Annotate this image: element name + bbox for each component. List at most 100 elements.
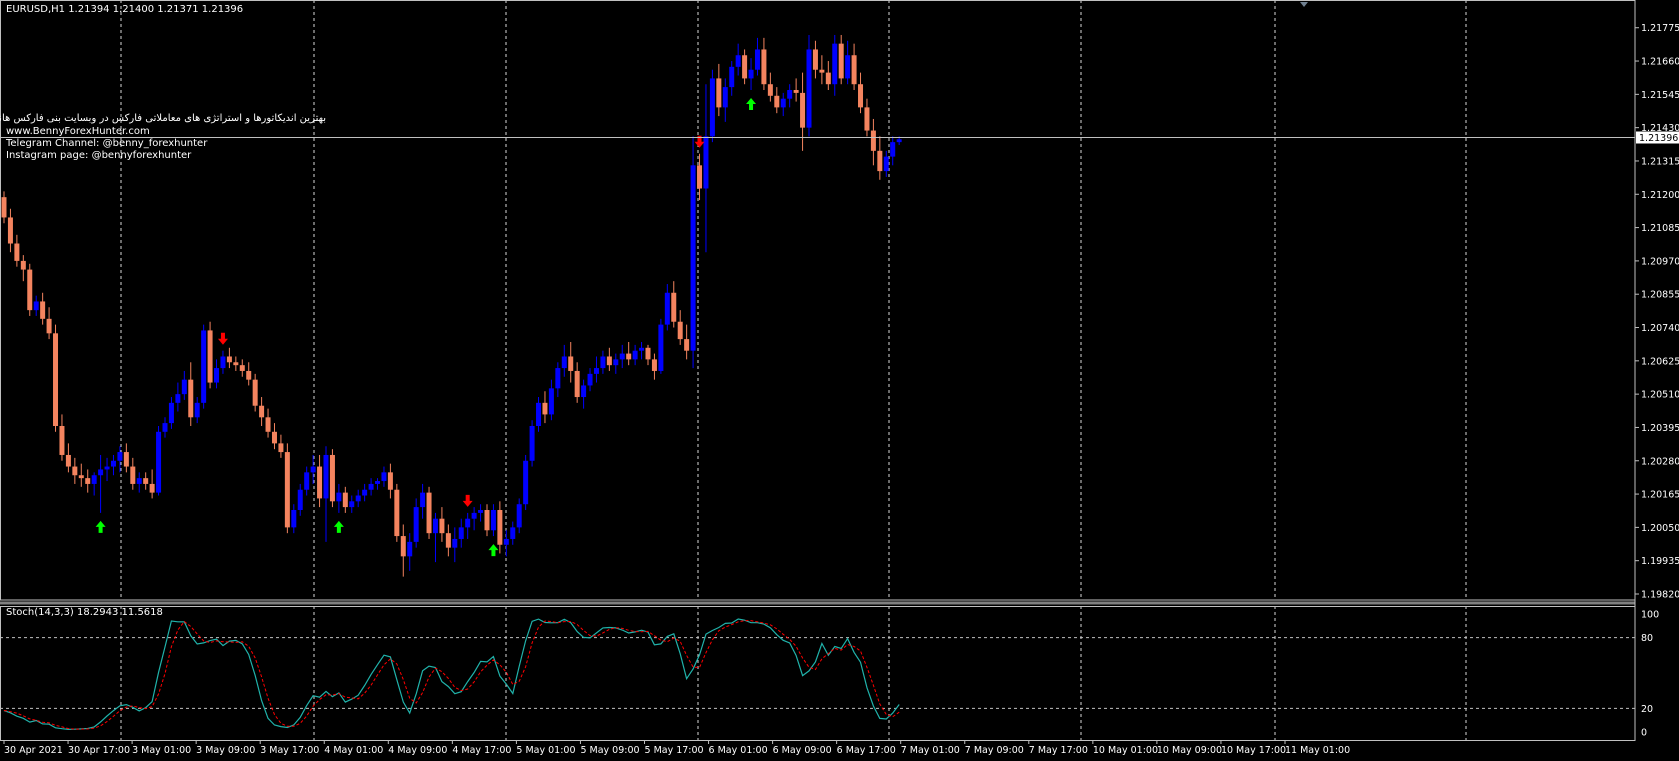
candle-body — [394, 489, 400, 537]
stoch-main-line — [3, 618, 900, 731]
promo-website: www.BennyForexHunter.com — [6, 126, 150, 137]
buy-arrow-shape — [746, 98, 757, 110]
stochastic-panel — [0, 618, 1635, 731]
candle-body — [645, 347, 651, 360]
symbol-info: EURUSD,H1 1.21394 1.21400 1.21371 1.2139… — [6, 4, 244, 15]
price-tick-label: 1.21315 — [1641, 156, 1679, 167]
price-tick-label: 1.20740 — [1641, 323, 1679, 334]
time-label: 5 May 09:00 — [580, 745, 639, 756]
candle-body — [581, 385, 587, 398]
stoch-signal-line — [3, 620, 900, 730]
candle-body — [478, 510, 484, 513]
candle-body — [130, 466, 136, 484]
candle-body — [787, 90, 793, 99]
candle-body — [85, 478, 91, 484]
candle-body — [754, 49, 760, 70]
buy-arrow — [488, 544, 499, 557]
candle-body — [510, 527, 516, 539]
candle-body — [684, 339, 690, 351]
candle-body — [748, 69, 754, 79]
candle-body — [812, 49, 818, 70]
promo-telegram: Telegram Channel: @benny_forexhunter — [6, 138, 208, 149]
time-label: 30 Apr 2021 — [4, 745, 63, 756]
candle-body — [767, 84, 773, 96]
candle-body — [697, 165, 703, 189]
price-tick-label: 1.21200 — [1641, 190, 1679, 201]
candle-body — [252, 379, 258, 406]
candle-body — [606, 356, 612, 366]
candle-body — [317, 466, 323, 499]
candle-body — [516, 504, 522, 528]
candle-body — [123, 452, 129, 467]
stoch-level-label: 80 — [1641, 633, 1653, 644]
stoch-level-label: 100 — [1641, 610, 1659, 621]
shift-marker-icon — [1300, 2, 1308, 7]
candle-body — [226, 356, 232, 363]
time-label: 7 May 01:00 — [901, 745, 960, 756]
candle-body — [484, 510, 490, 531]
promo-line-farsi: بهترین اندیکاتورها و استراتژی های معاملا… — [0, 113, 326, 124]
candle-body — [220, 356, 226, 369]
candle-body — [7, 217, 13, 244]
grid-lines — [120, 0, 1467, 740]
sell-arrow-shape — [462, 494, 473, 507]
candle-body — [98, 469, 104, 476]
candle-body — [14, 243, 20, 261]
candle-body — [168, 402, 174, 424]
time-label: 3 May 17:00 — [260, 745, 319, 756]
candle-body — [548, 388, 554, 415]
candle-body — [832, 43, 838, 85]
candle-body — [20, 260, 26, 270]
candle-body — [742, 55, 748, 79]
candle-body — [593, 368, 599, 374]
candle-body — [858, 84, 864, 108]
candle-body — [896, 139, 902, 143]
candle-body — [323, 454, 329, 499]
price-tick-label: 1.20970 — [1641, 256, 1679, 267]
buy-arrow-shape — [95, 520, 106, 533]
candle-body — [465, 518, 471, 528]
chart-window[interactable]: 1.21775 1.21660 1.21545 1.21430 1.21315 1.212… — [0, 0, 1679, 761]
candle-body — [555, 368, 561, 389]
candle-body — [136, 478, 142, 484]
candle-body — [162, 423, 168, 432]
candle-body — [400, 536, 406, 557]
time-label: 10 May 17:00 — [1221, 745, 1286, 756]
candle-body — [651, 359, 657, 371]
candle-body — [156, 431, 162, 493]
time-label: 5 May 17:00 — [645, 745, 704, 756]
candle-body — [825, 72, 831, 85]
current-price-label: 1.21396 — [1639, 133, 1678, 144]
candle-body — [291, 510, 297, 528]
price-tick-label: 1.20395 — [1641, 423, 1679, 434]
time-label: 4 May 01:00 — [324, 745, 383, 756]
candle-body — [709, 78, 715, 137]
candle-body — [574, 370, 580, 398]
candle-body — [800, 92, 806, 128]
candle-body — [722, 87, 728, 108]
price-tick-label: 1.19820 — [1641, 590, 1679, 601]
buy-arrow-shape — [333, 520, 344, 533]
candle-body — [503, 538, 509, 545]
candle-body — [381, 472, 387, 482]
price-tick-label: 1.21660 — [1641, 57, 1679, 68]
candle-body — [806, 49, 812, 128]
candle-body — [149, 483, 155, 493]
candle-body — [761, 49, 767, 85]
candle-body — [445, 533, 451, 548]
candle-body — [278, 443, 284, 453]
candle-body — [375, 481, 381, 484]
buy-arrow — [333, 520, 344, 533]
main-panel-border — [0, 0, 1636, 601]
candle-body — [297, 489, 303, 510]
time-label: 10 May 01:00 — [1093, 745, 1158, 756]
candle-body — [561, 356, 567, 369]
stoch-level-label: 20 — [1641, 704, 1653, 715]
candle-body — [207, 330, 213, 383]
candle-body — [703, 136, 709, 189]
candle-body — [33, 301, 39, 311]
candle-body — [143, 478, 149, 484]
candle-body — [59, 426, 65, 455]
price-tick-label: 1.21085 — [1641, 223, 1679, 234]
candle-body — [46, 318, 52, 334]
